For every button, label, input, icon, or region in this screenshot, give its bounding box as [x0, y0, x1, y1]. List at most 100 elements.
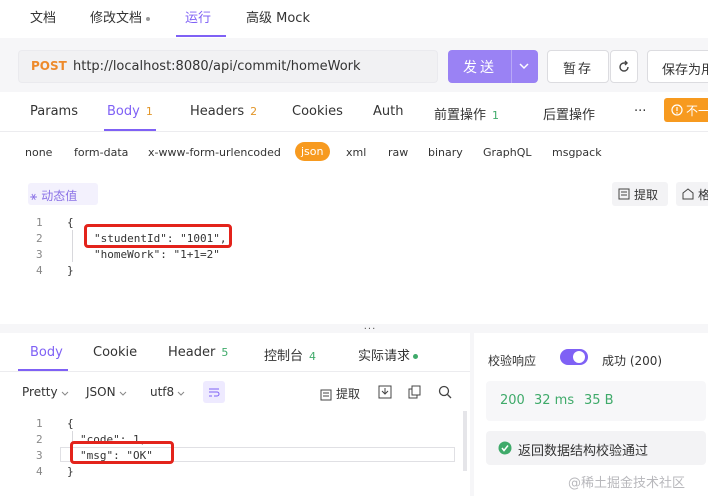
- validation-status: 成功 (200): [602, 354, 663, 368]
- line-number: 4: [36, 465, 43, 478]
- send-label: 发送: [463, 60, 497, 76]
- save-as-button[interactable]: 保存为用: [647, 50, 708, 83]
- view-mode-value: Pretty: [22, 385, 58, 399]
- tab-headers-badge: 2: [250, 105, 258, 118]
- watermark: @稀土掘金技术社区: [568, 476, 686, 491]
- format-icon: [682, 188, 694, 200]
- validate-toggle[interactable]: [560, 349, 588, 365]
- format-select[interactable]: JSON: [86, 385, 127, 399]
- response-panel: Body Cookie Header 5 控制台 4 实际请求 Pretty JSO…: [0, 333, 470, 496]
- format-none[interactable]: none: [25, 146, 52, 159]
- tab-auth[interactable]: Auth: [373, 104, 403, 119]
- magic-wand-icon: ⚹: [30, 189, 38, 203]
- chevron-down-icon: [177, 391, 185, 396]
- resp-tab-body[interactable]: Body: [30, 345, 63, 360]
- send-separator: [511, 50, 512, 83]
- resp-tab-cookie[interactable]: Cookie: [93, 345, 137, 360]
- chevron-down-icon[interactable]: [518, 60, 530, 72]
- format-binary[interactable]: binary: [428, 146, 463, 159]
- extract-icon: [320, 389, 332, 400]
- resp-extract-label: 提取: [336, 387, 361, 401]
- refresh-icon: [619, 60, 629, 72]
- line-number: 2: [36, 232, 43, 245]
- resp-tab-actual-request[interactable]: 实际请求: [358, 345, 419, 364]
- tab-advanced-mock[interactable]: 高级 Mock: [246, 7, 310, 26]
- download-icon[interactable]: [378, 385, 392, 399]
- tab-pre-actions-label: 前置操作: [434, 108, 487, 123]
- status-dot: [413, 354, 419, 359]
- resp-tab-header-badge: 5: [221, 346, 229, 359]
- format-form-data[interactable]: form-data: [74, 146, 128, 159]
- unsaved-dot: [146, 16, 151, 21]
- refresh-button[interactable]: [610, 50, 638, 83]
- tab-post-actions[interactable]: 后置操作: [543, 104, 595, 123]
- tab-docs[interactable]: 文档: [30, 7, 56, 26]
- tab-headers[interactable]: Headers 2: [190, 104, 257, 119]
- code-line[interactable]: }: [67, 465, 74, 478]
- format-button[interactable]: 格: [676, 182, 708, 206]
- search-icon[interactable]: [438, 385, 452, 399]
- line-number: 1: [36, 417, 43, 430]
- tab-body[interactable]: Body 1: [107, 104, 153, 119]
- dynamic-value-label: ⚹ 动态值: [30, 187, 77, 207]
- tab-pre-actions[interactable]: 前置操作 1: [434, 104, 499, 123]
- toggle-knob: [573, 351, 585, 363]
- response-time: 32 ms: [534, 393, 575, 408]
- validation-result-text: 返回数据结构校验通过: [518, 444, 649, 459]
- tab-run[interactable]: 运行: [185, 7, 211, 26]
- tab-cookies[interactable]: Cookies: [292, 104, 343, 119]
- copy-icon[interactable]: [408, 385, 422, 399]
- code-line[interactable]: {: [67, 216, 74, 229]
- resp-tab-console[interactable]: 控制台 4: [264, 345, 316, 364]
- more-tabs-button[interactable]: ···: [634, 104, 646, 119]
- format-raw[interactable]: raw: [388, 146, 408, 159]
- resp-extract-button[interactable]: 提取: [320, 385, 360, 402]
- chevron-down-icon: [119, 391, 126, 396]
- resp-tabs-divider: [0, 371, 470, 372]
- wrap-toggle[interactable]: [203, 381, 225, 403]
- encoding-select[interactable]: utf8: [150, 385, 185, 399]
- highlight-box: [70, 441, 174, 464]
- send-button[interactable]: 发送: [448, 50, 538, 83]
- status-code: 200: [500, 393, 525, 408]
- format-x-www-form-urlencoded[interactable]: x-www-form-urlencoded: [148, 146, 281, 159]
- resp-tab-console-label: 控制台: [264, 349, 304, 364]
- save-label: 暂存: [563, 62, 594, 77]
- line-number: 3: [36, 449, 43, 462]
- check-circle-icon: [498, 441, 512, 455]
- warning-button[interactable]: 不一: [664, 98, 708, 122]
- line-number: 2: [36, 433, 43, 446]
- save-button[interactable]: 暂存: [547, 50, 609, 83]
- format-msgpack[interactable]: msgpack: [552, 146, 602, 159]
- url-bar[interactable]: POST http://localhost:8080/api/commit/ho…: [18, 50, 438, 83]
- format-graphql[interactable]: GraphQL: [483, 146, 532, 159]
- tab-headers-label: Headers: [190, 104, 245, 119]
- url-input[interactable]: http://localhost:8080/api/commit/homeWor…: [73, 59, 361, 74]
- http-method[interactable]: POST: [31, 59, 67, 73]
- validation-result: 返回数据结构校验通过: [486, 431, 706, 465]
- format-json[interactable]: json: [295, 142, 330, 161]
- indent-guide: [72, 230, 73, 262]
- dynamic-value-text: 动态值: [41, 189, 78, 203]
- extract-button[interactable]: 提取: [612, 182, 668, 206]
- extract-icon: [618, 188, 630, 200]
- resp-tab-header[interactable]: Header 5: [168, 345, 228, 360]
- view-mode-select[interactable]: Pretty: [22, 385, 69, 399]
- code-line[interactable]: {: [67, 417, 74, 430]
- tab-params[interactable]: Params: [30, 104, 78, 119]
- tab-edit-docs-label: 修改文档: [90, 11, 143, 26]
- scrollbar[interactable]: [463, 411, 467, 471]
- request-tabs-divider: [0, 131, 708, 132]
- tab-body-badge: 1: [145, 105, 153, 118]
- top-tab-bar: 文档 修改文档 运行 高级 Mock: [0, 0, 708, 38]
- format-label: 格: [698, 188, 708, 202]
- tab-body-label: Body: [107, 104, 140, 119]
- resp-tab-header-label: Header: [168, 345, 216, 360]
- code-line[interactable]: "homeWork": "1+1=2": [94, 248, 220, 261]
- resp-tab-actual-request-label: 实际请求: [358, 349, 411, 364]
- tab-edit-docs[interactable]: 修改文档: [90, 7, 151, 26]
- code-line[interactable]: }: [67, 264, 74, 277]
- line-number: 1: [36, 216, 43, 229]
- warning-label: 不一: [686, 104, 708, 118]
- format-xml[interactable]: xml: [346, 146, 366, 159]
